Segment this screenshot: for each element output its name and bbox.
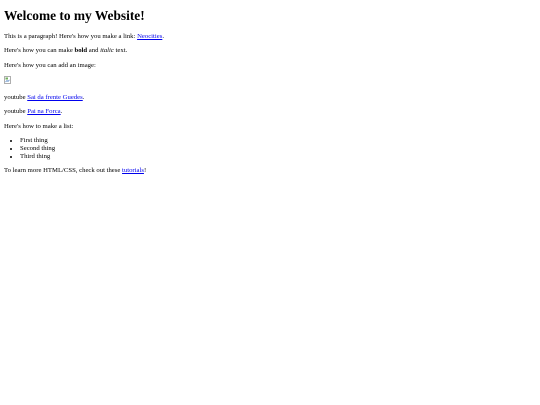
formatting-between: and [87, 47, 101, 55]
image-container [4, 76, 536, 87]
formatting-paragraph: Here's how you can make bold and italic … [4, 47, 536, 55]
youtube-label-2: youtube [4, 108, 28, 116]
youtube-label-1: youtube [4, 93, 28, 101]
image-paragraph: Here's how you can add an image: [4, 61, 96, 69]
youtube-suffix-1: . [82, 93, 85, 101]
outro-suffix: ! [143, 167, 147, 175]
outro-text: To learn more HTML/CSS, check out these [4, 167, 123, 175]
list-item: First thing [20, 137, 536, 145]
example-list: First thing Second thing Third thing [4, 137, 536, 160]
youtube-paragraph-1: youtube Sai da frente Guedes. [4, 94, 536, 102]
formatting-text: Here's how you can make [4, 47, 75, 55]
outro-paragraph: To learn more HTML/CSS, check out these … [4, 167, 536, 175]
tutorials-link[interactable]: tutorials [122, 167, 144, 174]
youtube-suffix-2: . [60, 108, 63, 116]
youtube-link-2[interactable]: Pai na Forca [27, 108, 60, 115]
intro-suffix: . [162, 32, 164, 40]
bold-text: bold [74, 47, 88, 55]
list-item: Second thing [20, 145, 536, 153]
list-intro: Here's how to make a list: [4, 122, 74, 130]
youtube-paragraph-2: youtube Pai na Forca. [4, 108, 536, 116]
italic-text: italic [100, 47, 114, 55]
intro-paragraph: This is a paragraph! Here's how you make… [4, 33, 536, 41]
youtube-link-1[interactable]: Sai da frente Guedes [27, 94, 83, 101]
list-item: Third thing [20, 153, 536, 161]
formatting-suffix: text. [113, 47, 128, 55]
neocities-link[interactable]: Neocities [137, 33, 162, 40]
page-heading: Welcome to my Website! [4, 8, 145, 23]
broken-image-icon [4, 76, 11, 85]
intro-text: This is a paragraph! Here's how you make… [4, 32, 138, 40]
